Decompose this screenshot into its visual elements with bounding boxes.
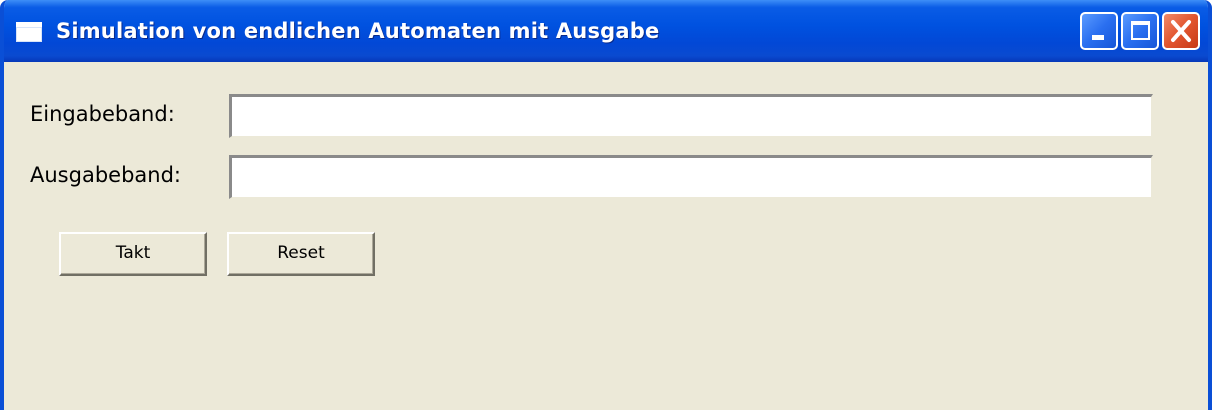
input-tape-field[interactable] (229, 94, 1153, 138)
maximize-button[interactable] (1121, 12, 1159, 50)
minimize-button[interactable] (1080, 12, 1118, 50)
input-tape-label: Eingabeband: (30, 102, 175, 126)
takt-button[interactable]: Takt (59, 232, 207, 276)
close-icon (1171, 20, 1191, 42)
output-tape-field[interactable] (229, 155, 1153, 199)
reset-button[interactable]: Reset (227, 232, 375, 276)
app-window: Simulation von endlichen Automaten mit A… (0, 0, 1212, 410)
title-bar[interactable]: Simulation von endlichen Automaten mit A… (4, 0, 1208, 62)
close-button[interactable] (1162, 12, 1200, 50)
window-app-icon (16, 22, 42, 42)
minimize-icon (1092, 35, 1104, 40)
output-tape-label: Ausgabeband: (30, 163, 181, 187)
window-title: Simulation von endlichen Automaten mit A… (56, 19, 660, 43)
maximize-icon (1131, 21, 1150, 40)
